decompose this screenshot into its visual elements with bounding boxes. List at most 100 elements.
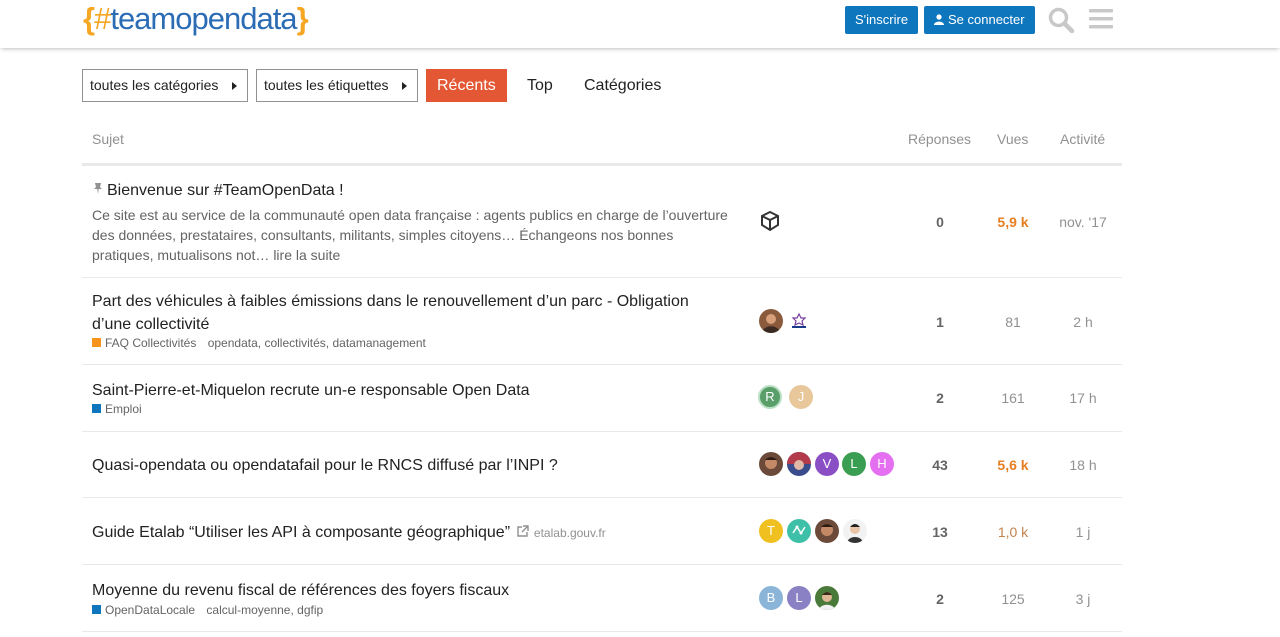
tab-top[interactable]: Top [527,69,553,102]
replies-count: 0 [936,214,944,230]
tag[interactable]: collectivités [264,336,325,350]
user-icon [934,7,944,35]
pin-icon [92,178,104,201]
topic-excerpt: Ce site est au service de la communauté … [92,207,728,263]
avatar[interactable] [787,452,811,476]
topic-title-link[interactable]: Guide Etalab “Utiliser les API à composa… [92,521,606,545]
replies-count: 2 [936,390,944,406]
avatar[interactable] [815,586,839,610]
row-divider [82,277,1122,278]
activity-time[interactable]: 3 j [1053,591,1113,607]
tag[interactable]: opendata [208,336,258,350]
topic-meta: FAQ Collectivités opendata, collectivité… [92,336,426,350]
views-count: 1,0 k [997,524,1029,540]
avatar[interactable]: L [787,586,811,610]
topic-title-link[interactable]: Moyenne du revenu fiscal de références d… [92,579,509,602]
replies-count: 1 [936,314,944,330]
category-dropdown-label: toutes les catégories [90,77,219,93]
avatar[interactable]: V [815,452,839,476]
row-divider [82,631,1122,632]
signup-label: S'inscrire [855,12,909,27]
logo-team: team [110,1,176,36]
row-divider [82,497,1122,498]
signup-button[interactable]: S'inscrire [845,6,919,34]
column-header-activity[interactable]: Activité [1060,131,1105,147]
row-divider [82,564,1122,565]
replies-count: 2 [936,591,944,607]
category-badge[interactable]: Emploi [92,402,142,416]
topic-title-line1: Part des véhicules à faibles émissions d… [92,293,689,310]
logo-opendata: opendata [175,1,297,36]
topic-title-link[interactable]: Saint-Pierre-et-Miquelon recrute un-e re… [92,379,530,402]
topic-meta: Emploi [92,402,142,416]
views-count: 5,6 k [997,457,1029,473]
tag-list: opendata, collectivités, datamanagement [207,336,426,350]
avatar[interactable] [787,519,811,543]
site-logo[interactable]: {#teamopendata} [83,0,309,40]
topic-title: Guide Etalab “Utiliser les API à composa… [92,524,511,541]
views-count: 5,9 k [997,214,1029,230]
logo-hash: # [94,1,111,36]
tab-recent[interactable]: Récents [426,69,507,102]
topic-title: Bienvenue sur #TeamOpenData ! [107,182,344,199]
avatar[interactable]: L [842,452,866,476]
avatar[interactable] [759,452,783,476]
replies-count: 43 [932,457,948,473]
site-header: {#teamopendata} S'inscrire Se connecter [0,0,1280,48]
topic-title-line2: d’une collectivité [92,316,210,333]
category-badge[interactable]: FAQ Collectivités [92,336,196,350]
avatar[interactable]: H [870,452,894,476]
topic-title-link[interactable]: Quasi-opendata ou opendatafail pour le R… [92,454,558,477]
activity-time[interactable]: 2 h [1053,314,1113,330]
caret-right-icon [232,82,237,90]
avatar[interactable] [759,309,783,333]
topic-domain[interactable]: etalab.gouv.fr [534,526,606,540]
logo-brace-close: } [296,1,309,36]
views-count: 81 [1005,314,1021,330]
avatar[interactable] [758,209,782,233]
column-header-topic[interactable]: Sujet [92,131,124,147]
category-label: OpenDataLocale [105,603,196,617]
views-count: 161 [1001,390,1025,406]
activity-time[interactable]: 1 j [1053,524,1113,540]
tag[interactable]: calcul-moyenne [206,603,290,617]
category-label: FAQ Collectivités [105,336,197,350]
row-divider [82,431,1122,432]
topic-meta: OpenDataLocale calcul-moyenne, dgfip [92,603,323,617]
views-count: 125 [1001,591,1025,607]
avatar[interactable]: J [789,385,813,409]
avatar[interactable]: R [758,385,782,409]
avatar[interactable] [787,309,811,333]
activity-time[interactable]: nov. '17 [1053,214,1113,230]
category-dropdown[interactable]: toutes les catégories [82,69,248,102]
tag[interactable]: dgfip [297,603,323,617]
tab-categories[interactable]: Catégories [584,69,661,102]
tag-list: calcul-moyenne, dgfip [206,603,324,617]
row-divider [82,364,1122,365]
category-label: Emploi [105,402,142,416]
replies-count: 13 [932,524,948,540]
topic-title-link[interactable]: Bienvenue sur #TeamOpenData ! [92,178,344,202]
login-button[interactable]: Se connecter [924,6,1035,34]
external-link-icon [516,522,530,545]
avatar[interactable] [815,519,839,543]
category-color-swatch [92,605,101,614]
tag-dropdown-label: toutes les étiquettes [264,77,389,93]
category-color-swatch [92,338,101,347]
hamburger-icon[interactable] [1089,9,1113,34]
activity-time[interactable]: 18 h [1053,457,1113,473]
column-header-replies[interactable]: Réponses [908,131,971,147]
avatar[interactable]: T [759,519,783,543]
category-color-swatch [92,404,101,413]
login-label: Se connecter [948,12,1025,27]
column-header-views[interactable]: Vues [997,131,1028,147]
caret-right-icon [402,82,407,90]
search-icon[interactable] [1047,6,1075,39]
topic-title-link[interactable]: Part des véhicules à faibles émissions d… [92,290,689,336]
category-badge[interactable]: OpenDataLocale [92,603,195,617]
activity-time[interactable]: 17 h [1053,390,1113,406]
tag[interactable]: datamanagement [332,336,425,350]
avatar[interactable] [843,519,867,543]
tag-dropdown[interactable]: toutes les étiquettes [256,69,418,102]
avatar[interactable]: B [759,586,783,610]
